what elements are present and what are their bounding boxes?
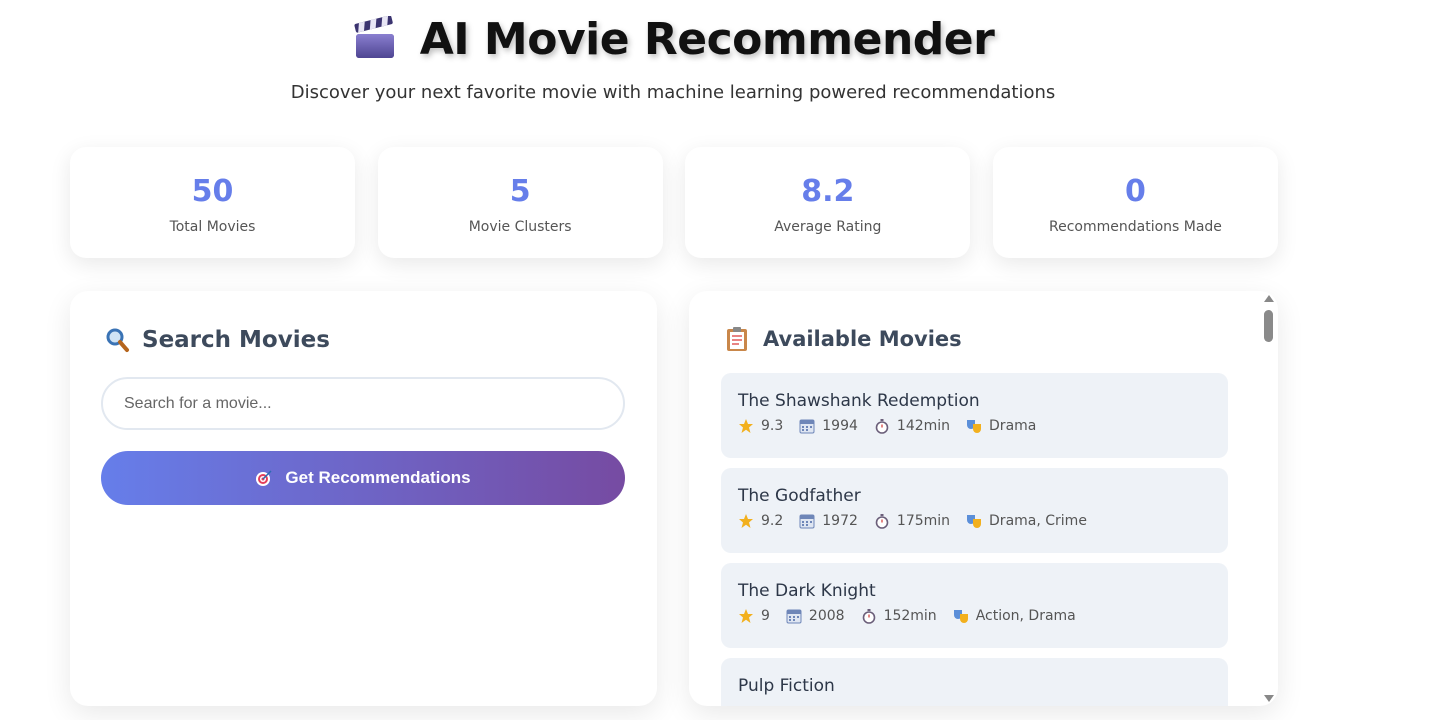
movie-year: 1972 (799, 513, 858, 529)
theater-masks-icon (966, 513, 982, 529)
star-icon (738, 513, 754, 529)
scroll-up-arrow-icon[interactable] (1264, 295, 1274, 302)
movies-heading-label: Available Movies (763, 327, 962, 351)
scroll-down-arrow-icon[interactable] (1264, 695, 1274, 702)
movie-card[interactable]: The Dark Knight 9 2008 152min Action, Dr… (721, 563, 1228, 648)
calendar-icon (799, 418, 815, 434)
stat-card-total-movies: 50 Total Movies (70, 147, 355, 258)
movie-runtime: 152min (861, 608, 937, 624)
rating-value: 9.2 (761, 513, 784, 529)
title-row: AI Movie Recommender (0, 10, 1346, 68)
year-value: 2008 (808, 608, 845, 624)
stopwatch-icon (874, 513, 890, 529)
stat-label: Recommendations Made (1049, 219, 1222, 235)
stat-card-recommendations-made: 0 Recommendations Made (992, 147, 1278, 258)
calendar-icon (786, 608, 802, 624)
movie-list: The Shawshank Redemption 9.3 1994 142min… (721, 373, 1228, 706)
year-value: 1994 (822, 418, 858, 434)
stat-label: Total Movies (169, 219, 256, 235)
movie-genres: Action, Drama (953, 608, 1076, 624)
movies-heading: Available Movies (725, 326, 962, 352)
movie-list-scrollbar[interactable] (1260, 291, 1278, 706)
runtime-value: 152min (883, 608, 937, 624)
clapperboard-icon (352, 15, 398, 62)
stopwatch-icon (874, 418, 890, 434)
movie-meta: 9.3 1994 142min Drama (738, 418, 1228, 434)
stopwatch-icon (861, 608, 877, 624)
target-icon (255, 469, 273, 487)
movie-title: Pulp Fiction (738, 676, 835, 696)
movie-card[interactable]: The Godfather 9.2 1972 175min Drama, Cri… (721, 468, 1228, 553)
movie-title: The Dark Knight (738, 581, 876, 601)
rating-value: 9.3 (761, 418, 784, 434)
year-value: 1972 (822, 513, 858, 529)
genres-value: Drama (989, 418, 1037, 434)
scrollbar-thumb[interactable] (1264, 310, 1273, 342)
star-icon (738, 418, 754, 434)
movie-meta: 9.2 1972 175min Drama, Crime (738, 513, 1228, 529)
movie-year: 2008 (786, 608, 845, 624)
stat-value: 50 (191, 174, 234, 209)
movie-runtime: 142min (874, 418, 950, 434)
runtime-value: 142min (896, 418, 951, 434)
magnifier-icon (104, 327, 130, 353)
stat-value: 8.2 (801, 174, 855, 209)
movie-rating: 9.2 (738, 513, 783, 529)
star-icon (738, 608, 754, 624)
search-heading-label: Search Movies (142, 327, 330, 353)
page-subtitle: Discover your next favorite movie with m… (290, 82, 1056, 103)
movie-meta: 9 2008 152min Action, Drama (738, 608, 1228, 624)
genres-value: Drama, Crime (989, 513, 1087, 529)
movie-genres: Drama (966, 418, 1036, 434)
available-movies-panel[interactable]: Available Movies The Shawshank Redemptio… (689, 291, 1278, 706)
movie-card[interactable]: Pulp Fiction (721, 658, 1228, 706)
movie-runtime: 175min (874, 513, 950, 529)
theater-masks-icon (953, 608, 969, 624)
movie-year: 1994 (799, 418, 858, 434)
movie-rating: 9 (738, 608, 770, 624)
stats-row: 50 Total Movies 5 Movie Clusters 8.2 Ave… (70, 147, 1278, 258)
stat-card-movie-clusters: 5 Movie Clusters (377, 147, 663, 258)
movie-rating: 9.3 (738, 418, 783, 434)
page-header: AI Movie Recommender Discover your next … (0, 0, 1346, 104)
genres-value: Action, Drama (975, 608, 1076, 624)
stat-value: 0 (1125, 174, 1146, 209)
movie-card[interactable]: The Shawshank Redemption 9.3 1994 142min… (721, 373, 1228, 458)
stat-label: Movie Clusters (468, 219, 572, 235)
search-panel: Search Movies Get Recommendations (70, 291, 657, 706)
clipboard-icon (725, 326, 751, 352)
movie-genres: Drama, Crime (966, 513, 1087, 529)
rating-value: 9 (761, 608, 770, 624)
stat-card-average-rating: 8.2 Average Rating (685, 147, 971, 258)
movie-title: The Godfather (738, 486, 861, 506)
stat-label: Average Rating (774, 219, 882, 235)
theater-masks-icon (966, 418, 982, 434)
get-recommendations-button[interactable]: Get Recommendations (101, 451, 625, 505)
search-input[interactable] (101, 377, 625, 430)
search-heading: Search Movies (104, 327, 330, 353)
get-recommendations-label: Get Recommendations (285, 468, 471, 487)
movie-title: The Shawshank Redemption (738, 391, 980, 411)
runtime-value: 175min (896, 513, 951, 529)
stat-value: 5 (509, 174, 531, 209)
calendar-icon (799, 513, 815, 529)
page-title: AI Movie Recommender (419, 13, 995, 65)
